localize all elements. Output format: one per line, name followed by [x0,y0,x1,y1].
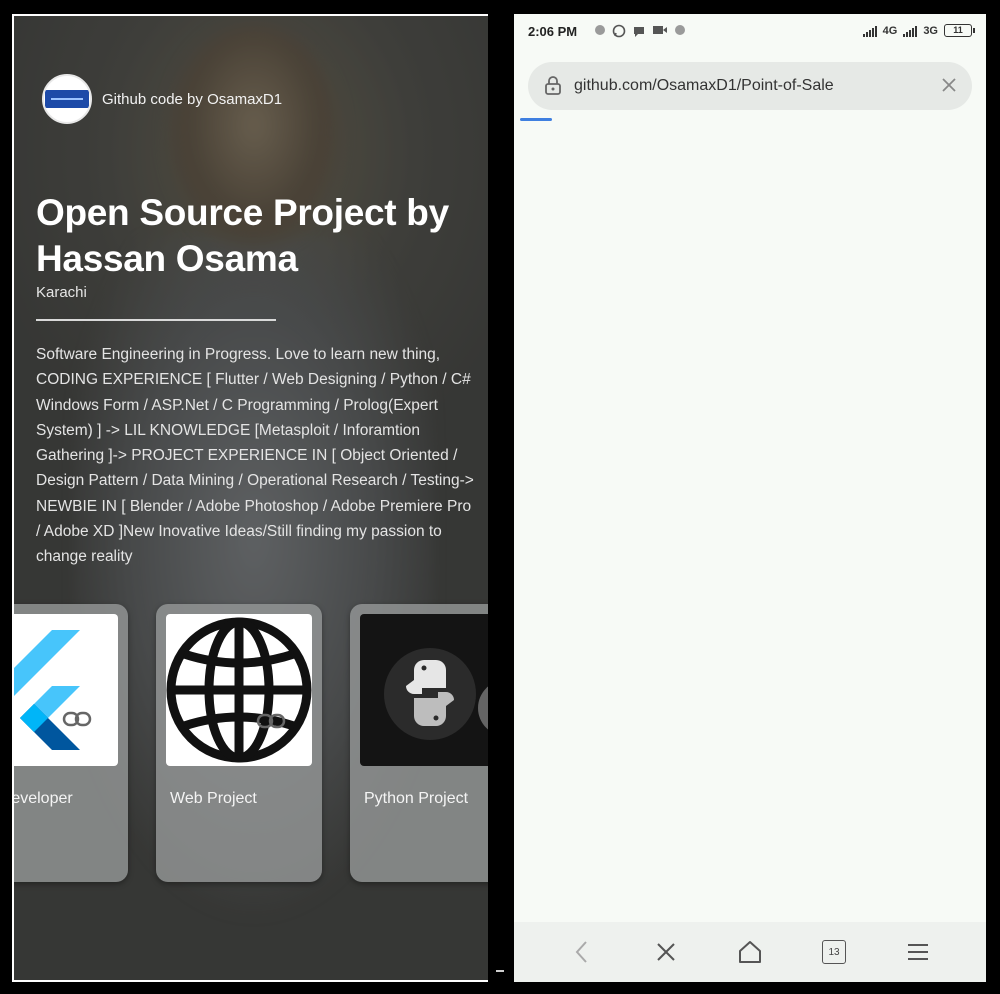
url-text[interactable]: github.com/OsamaxD1/Point-of-Sale [574,77,834,95]
back-button[interactable] [558,928,606,976]
signal-icon [903,25,918,37]
signal-icon [862,25,877,37]
profile-location: Karachi [36,284,87,301]
portfolio-screen: Github code by OsamaxD1 Open Source Proj… [12,14,488,982]
project-thumb-flutter [14,614,118,766]
tabs-button[interactable]: 13 [810,928,858,976]
brand-logo-icon [42,74,92,124]
project-carousel[interactable]: r Developer Web Project [14,604,488,884]
status-bar: 2:06 PM 4G 3G 11 [514,14,986,52]
python-logo-icon [384,648,476,740]
link-icon [62,711,92,727]
project-card-label: Web Project [170,790,257,807]
link-icon [256,713,286,729]
page-load-progress [520,118,552,121]
profile-title: Open Source Project by Hassan Osama [36,192,449,279]
notification-dot-icon [675,25,685,35]
brand-text: Github code by OsamaxD1 [102,90,283,108]
notification-icons [594,24,686,38]
project-card-label: Python Project [364,790,469,807]
project-card-label: r Developer [12,790,73,807]
battery-icon: 11 [944,24,975,37]
close-icon [657,943,675,961]
tab-count-icon: 13 [822,940,846,964]
address-bar[interactable]: github.com/OsamaxD1/Point-of-Sale [528,62,972,110]
whatsapp-icon [612,24,626,38]
project-thumb-web [166,614,312,766]
project-card-python[interactable]: Python Project [350,604,488,882]
globe-icon [166,617,312,763]
screen-divider [496,970,504,972]
profile-bio: Software Engineering in Progress. Love t… [36,346,474,566]
status-time: 2:06 PM [528,24,578,39]
menu-icon [908,944,928,960]
project-card-web[interactable]: Web Project [156,604,322,882]
browser-toolbar: 13 [514,922,986,982]
notification-dot-icon [595,25,605,35]
chat-icon [634,27,644,37]
stop-loading-button[interactable] [642,928,690,976]
network-type-2: 3G [923,24,938,37]
network-type-1: 4G [882,24,898,37]
video-icon [653,26,667,34]
lock-icon [545,76,561,95]
brand-header[interactable]: Github code by OsamaxD1 [42,74,282,124]
clear-url-icon[interactable] [940,76,958,94]
project-card-flutter[interactable]: r Developer [12,604,128,882]
home-button[interactable] [726,928,774,976]
back-arrow-icon [575,941,587,963]
home-icon [739,941,761,963]
status-right: 4G 3G 11 [862,24,975,37]
title-divider [36,319,276,321]
flutter-logo-icon [14,630,80,750]
project-thumb-python [360,614,488,766]
browser-screen: 2:06 PM 4G 3G 11 github.com/OsamaxD1/Poi… [514,14,986,982]
menu-button[interactable] [894,928,942,976]
